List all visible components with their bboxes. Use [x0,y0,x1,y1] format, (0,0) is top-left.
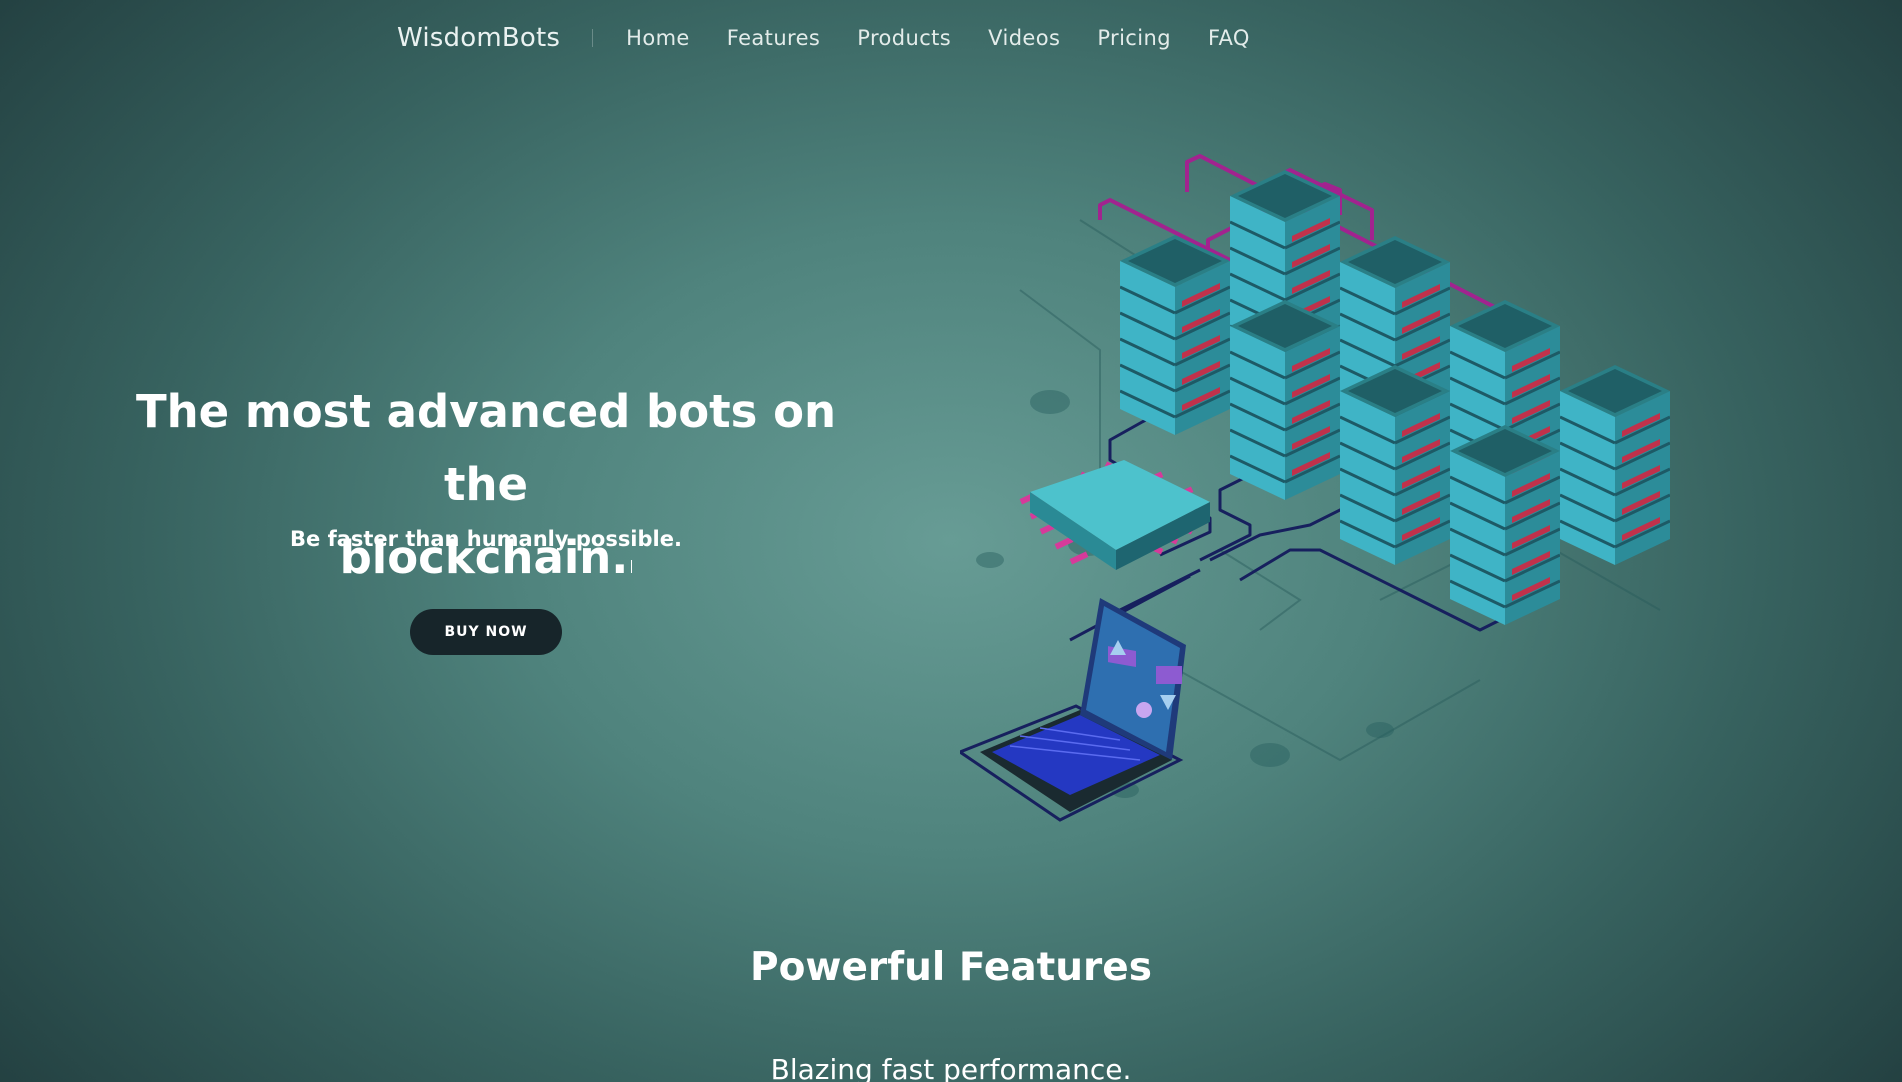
laptop [960,598,1186,822]
server-rack-5 [1230,300,1340,500]
server-rack-6 [1340,365,1450,565]
nav-link-products[interactable]: Products [857,26,951,50]
typing-caret [631,560,633,573]
nav-link-videos[interactable]: Videos [988,26,1060,50]
brand-logo[interactable]: WisdomBots [397,23,560,53]
servers-chip-laptop-illustration [960,154,1670,822]
processor-chip [1019,460,1210,570]
nav-link-features[interactable]: Features [727,26,821,50]
nav-link-pricing[interactable]: Pricing [1097,26,1171,50]
hero-title-line1: The most advanced bots on the [135,385,837,511]
nav-link-home[interactable]: Home [626,26,690,50]
features-section-title: Powerful Features [750,945,1152,990]
buy-now-button[interactable]: BUY NOW [410,609,562,655]
server-rack-4 [1120,235,1230,435]
feature-item-title: Blazing fast performance. [770,1053,1132,1082]
hero-subtitle: Be faster than humanly possible. [290,527,682,551]
hero-title: The most advanced bots on the blockchain. [100,375,872,594]
top-navigation: WisdomBots Home Features Products Videos… [397,18,1287,58]
server-rack-7 [1560,365,1670,565]
server-rack-8 [1450,425,1560,625]
nav-link-faq[interactable]: FAQ [1208,26,1250,50]
nav-divider [592,29,594,47]
